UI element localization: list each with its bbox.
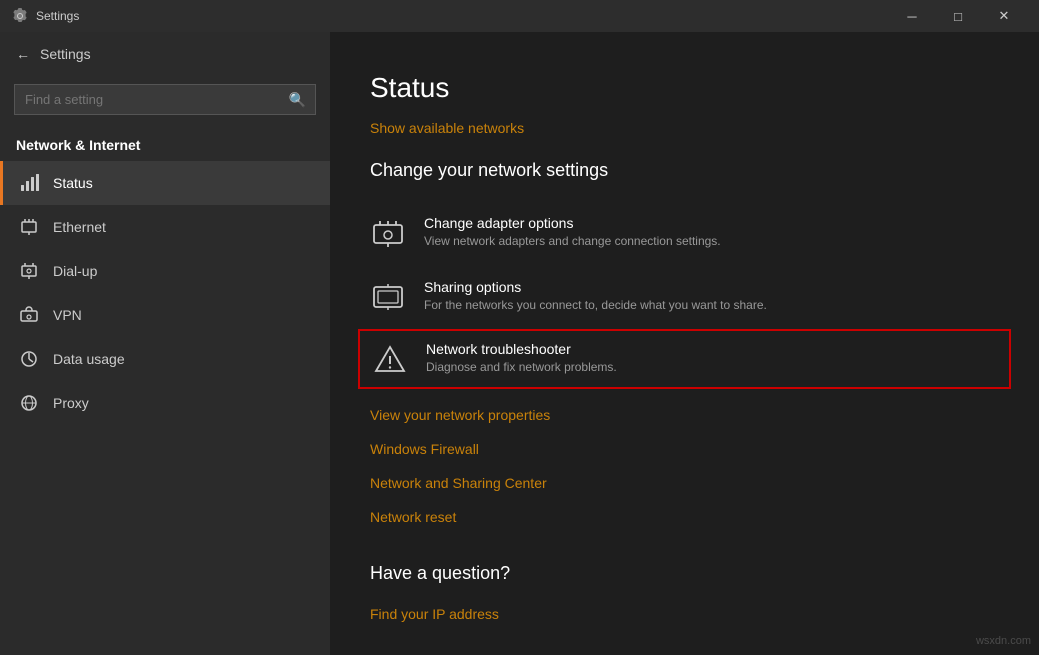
maximize-button[interactable]: □ [935, 0, 981, 32]
main-content: Status Show available networks Change yo… [330, 32, 1039, 655]
back-arrow-icon: ← [16, 46, 30, 62]
troubleshooter-title: Network troubleshooter [426, 341, 617, 357]
sidebar-data-usage-label: Data usage [53, 351, 125, 367]
adapter-card-content: Change adapter options View network adap… [424, 215, 721, 248]
search-icon: 🔍 [289, 91, 306, 108]
network-props-link[interactable]: View your network properties [370, 399, 999, 431]
titlebar: Settings ─ □ ✕ [0, 0, 1039, 32]
firewall-link[interactable]: Windows Firewall [370, 433, 999, 465]
adapter-options-card[interactable]: Change adapter options View network adap… [370, 201, 999, 265]
find-ip-address-link[interactable]: Find your IP address [370, 598, 499, 630]
sidebar-item-dialup[interactable]: Dial-up [0, 249, 330, 293]
vpn-icon [19, 305, 39, 325]
search-input[interactable] [14, 84, 316, 115]
adapter-icon [370, 215, 406, 251]
ethernet-icon [19, 217, 39, 237]
troubleshooter-card[interactable]: Network troubleshooter Diagnose and fix … [358, 329, 1011, 389]
search-container: 🔍 [0, 76, 330, 123]
network-reset-link[interactable]: Network reset [370, 501, 999, 533]
sidebar-item-data-usage[interactable]: Data usage [0, 337, 330, 381]
sidebar-item-status[interactable]: Status [0, 161, 330, 205]
sharing-options-card[interactable]: Sharing options For the networks you con… [370, 265, 999, 329]
troubleshooter-card-content: Network troubleshooter Diagnose and fix … [426, 341, 617, 374]
sidebar-item-proxy[interactable]: Proxy [0, 381, 330, 425]
sidebar-proxy-label: Proxy [53, 395, 89, 411]
sidebar-status-label: Status [53, 175, 93, 191]
sharing-desc: For the networks you connect to, decide … [424, 298, 767, 312]
troubleshooter-desc: Diagnose and fix network problems. [426, 360, 617, 374]
sidebar-ethernet-label: Ethernet [53, 219, 106, 235]
change-section-heading: Change your network settings [370, 160, 999, 181]
network-links: View your network properties Windows Fir… [370, 399, 999, 533]
close-button[interactable]: ✕ [981, 0, 1027, 32]
minimize-button[interactable]: ─ [889, 0, 935, 32]
sidebar-section-title: Network & Internet [0, 123, 330, 161]
sharing-icon [370, 279, 406, 315]
titlebar-controls: ─ □ ✕ [889, 0, 1027, 32]
sharing-title: Sharing options [424, 279, 767, 295]
dialup-icon [19, 261, 39, 281]
home-back-button[interactable]: ← Settings [0, 32, 330, 76]
adapter-desc: View network adapters and change connect… [424, 234, 721, 248]
status-icon [19, 173, 39, 193]
settings-icon [12, 8, 28, 24]
titlebar-text: Settings [36, 9, 889, 23]
sidebar: ← Settings 🔍 Network & Internet Status [0, 32, 330, 655]
sidebar-dialup-label: Dial-up [53, 263, 97, 279]
page-title: Status [370, 72, 999, 104]
sidebar-item-vpn[interactable]: VPN [0, 293, 330, 337]
adapter-title: Change adapter options [424, 215, 721, 231]
sidebar-vpn-label: VPN [53, 307, 82, 323]
sharing-center-link[interactable]: Network and Sharing Center [370, 467, 999, 499]
data-usage-icon [19, 349, 39, 369]
sharing-card-content: Sharing options For the networks you con… [424, 279, 767, 312]
sidebar-item-ethernet[interactable]: Ethernet [0, 205, 330, 249]
troubleshooter-icon [372, 341, 408, 377]
app-body: ← Settings 🔍 Network & Internet Status [0, 32, 1039, 655]
show-networks-link[interactable]: Show available networks [370, 120, 524, 136]
proxy-icon [19, 393, 39, 413]
app-title-label: Settings [40, 46, 91, 62]
question-title: Have a question? [370, 563, 999, 584]
question-section: Have a question? Find your IP address [370, 563, 999, 630]
